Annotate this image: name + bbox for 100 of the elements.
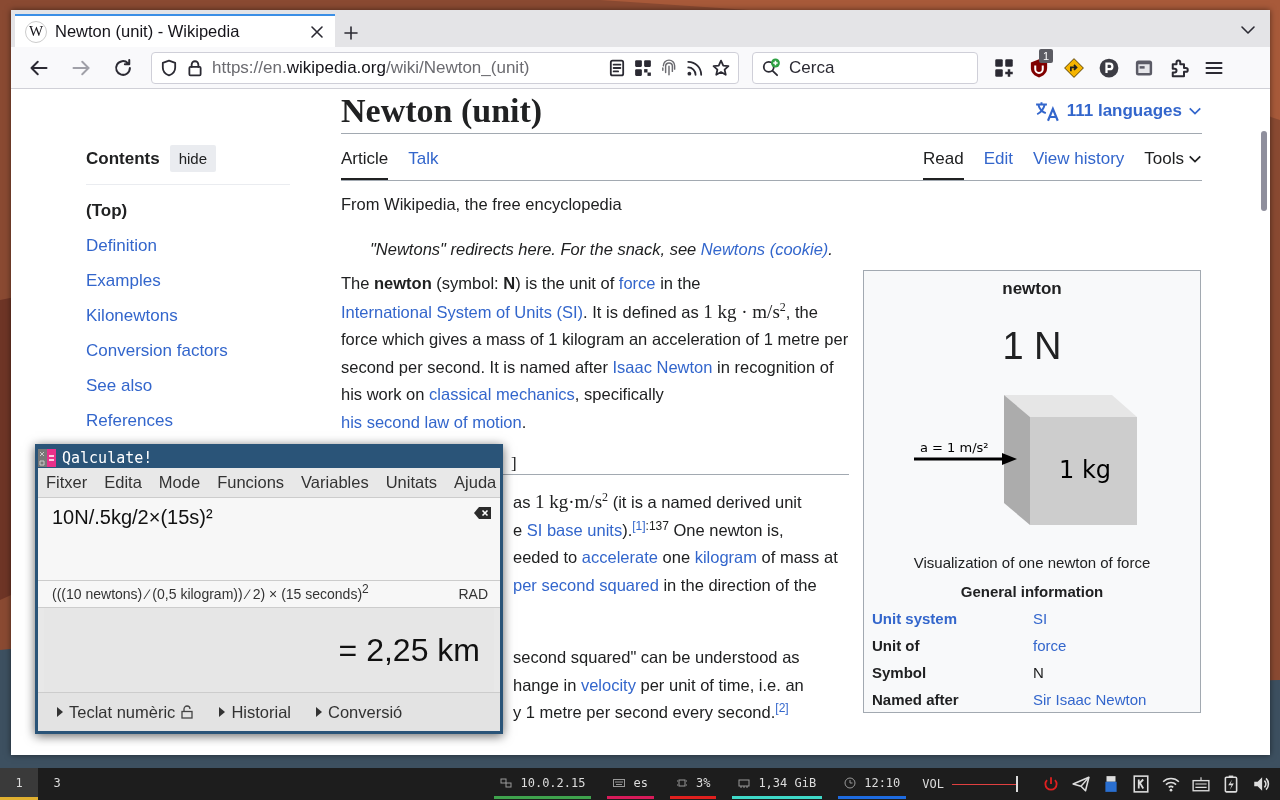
grid-icon[interactable] — [634, 58, 652, 77]
rss-icon[interactable] — [686, 58, 704, 77]
new-tab-icon[interactable] — [343, 25, 359, 41]
keyboard-icon[interactable] — [1192, 775, 1210, 793]
speaker-icon[interactable] — [1252, 775, 1270, 793]
status-text: 3% — [695, 775, 711, 790]
reference-link[interactable]: [1] — [632, 518, 646, 532]
close-icon[interactable] — [309, 23, 325, 40]
grid-plus-icon[interactable] — [994, 57, 1014, 78]
link[interactable]: Isaac Newton — [612, 357, 713, 376]
address-bar[interactable]: https://en.wikipedia.org/wiki/Newton_(unit) — [151, 51, 739, 84]
image-caption: Visualization of one newton of force — [913, 554, 1151, 571]
hatnote: "Newtons" redirects here. For the snack, see Newtons (cookie). — [370, 240, 834, 259]
fingerprint-icon[interactable] — [660, 58, 678, 77]
star-icon[interactable] — [712, 58, 730, 77]
send-icon[interactable] — [1072, 775, 1090, 793]
contents-item[interactable]: Kilonewtons — [86, 304, 290, 327]
menu-item[interactable]: Funcions — [217, 473, 285, 492]
status-text: es — [633, 775, 648, 790]
scrollbar-thumb[interactable] — [1261, 131, 1267, 211]
expander-toggle[interactable]: Historial — [218, 702, 291, 722]
diagram-label: 1 kg — [1059, 456, 1112, 484]
menu-item[interactable]: Fitxer — [46, 473, 88, 492]
link[interactable]: International System of Units (SI) — [341, 302, 584, 321]
link[interactable]: accelerate — [581, 548, 658, 566]
text-line: e SI base units).$^{[1]}$$^{:137}$ One newton is, — [513, 517, 785, 541]
power-icon[interactable] — [1042, 775, 1060, 793]
contents-item[interactable]: Conversion factors — [86, 339, 290, 362]
usb-drive-icon[interactable] — [1102, 775, 1120, 793]
page-tab[interactable]: Edit — [983, 149, 1013, 180]
wifi-icon[interactable] — [1162, 775, 1180, 793]
page-tab[interactable]: Talk — [408, 149, 439, 180]
menu-item[interactable]: Unitats — [385, 473, 438, 492]
page-tab[interactable]: Read — [923, 149, 964, 180]
tools-menu[interactable]: Tools — [1144, 149, 1202, 180]
link[interactable]: velocity — [580, 675, 636, 694]
notification-badge: 1 — [1039, 48, 1054, 63]
menu-item[interactable]: Edita — [104, 473, 142, 492]
shield-icon[interactable] — [160, 58, 178, 77]
puzzle-icon[interactable] — [1169, 57, 1189, 78]
menu-item[interactable]: Ajuda — [454, 473, 497, 492]
link[interactable]: kilogram — [694, 548, 757, 566]
infobox-title: newton — [1002, 279, 1062, 299]
translate-icon — [1034, 100, 1061, 122]
clock-icon — [844, 776, 857, 789]
expander-toggle[interactable]: Teclat numèric — [56, 702, 195, 722]
lock-icon[interactable] — [186, 58, 204, 77]
contents-heading: Contents — [86, 148, 160, 169]
paragraph: The newton (symbol: N) is the unit of force in the International System of Units (SI). It is defined as 1 kg · m/s$^{2}$, the force which gives a mass of 1 kilogram an acceleration of 1 metre per second per second. It is named after Isaac Newton in recognition of his work on classical mechanics, specifically his second law of motion. — [341, 273, 849, 433]
workspace-button[interactable]: 3 — [38, 768, 76, 800]
k-box-icon[interactable] — [1132, 775, 1150, 793]
chip-icon — [675, 776, 688, 789]
contents-item[interactable]: Examples — [86, 269, 290, 292]
search-field[interactable]: Cerca — [752, 51, 978, 84]
battery-icon[interactable] — [1222, 775, 1240, 793]
clear-icon[interactable] — [474, 506, 492, 520]
link[interactable]: Unit system — [872, 610, 1033, 627]
link[interactable]: force — [618, 274, 656, 292]
contents-item[interactable]: References — [86, 409, 290, 432]
link[interactable]: Newtons (cookie) — [700, 240, 829, 258]
link[interactable]: SI — [1033, 610, 1192, 627]
contents-item[interactable]: Definition — [86, 234, 290, 257]
diagram-label: a = 1 m/s² — [920, 440, 989, 455]
hide-button[interactable]: hide — [169, 145, 217, 172]
expander-toggle[interactable]: Conversió — [315, 702, 403, 722]
p-circle-icon[interactable] — [1099, 57, 1119, 78]
expression-field[interactable]: 10N/.5kg/2×(15s)² — [38, 498, 500, 580]
status-text: 1,34 GiB — [758, 775, 817, 790]
reader-view-icon[interactable] — [608, 58, 626, 77]
workspace-button[interactable]: 1 — [0, 768, 38, 800]
menu-item[interactable]: Variables — [301, 473, 369, 492]
window-title: Qalculate! — [62, 448, 153, 467]
text-line: as 1 kg·m/s$^{2}$ (it is a named derived unit — [513, 488, 803, 514]
languages-button[interactable]: 111 languages — [1034, 100, 1202, 122]
page-tab[interactable]: Article — [341, 149, 389, 180]
sign-icon[interactable] — [1064, 57, 1084, 78]
keyboard-icon — [613, 776, 626, 789]
link[interactable]: his second law of motion — [341, 412, 522, 431]
tab-title: Newton (unit) - Wikipedia — [55, 22, 241, 41]
contents-item[interactable]: (Top) — [86, 199, 290, 222]
link[interactable]: classical mechanics — [429, 385, 575, 403]
link[interactable]: per second squared — [513, 575, 659, 594]
field-label: Symbol — [872, 664, 928, 681]
status-text: 10.0.2.15 — [520, 775, 586, 790]
contents-item[interactable]: See also — [86, 374, 290, 397]
reload-icon[interactable] — [113, 57, 133, 78]
field-value: N — [1033, 664, 1045, 681]
volume-label: VOL — [922, 777, 944, 791]
page-tab[interactable]: View history — [1032, 149, 1125, 180]
browser-tab[interactable]: W Newton (unit) - Wikipedia — [15, 14, 335, 47]
angle-mode: RAD — [458, 586, 488, 602]
reference-link[interactable]: [2] — [775, 700, 789, 715]
link[interactable]: Sir Isaac Newton — [1033, 691, 1192, 708]
menu-item[interactable]: Mode — [158, 473, 201, 492]
tagline: From Wikipedia, the free encyclopedia — [341, 195, 623, 214]
link[interactable]: SI base units — [526, 520, 623, 539]
text-line: y 1 metre per second every second.$^{[2]}$ — [513, 699, 790, 723]
link[interactable]: force — [1033, 637, 1192, 654]
site-favicon: W — [25, 20, 47, 43]
volume-slider[interactable] — [952, 776, 1018, 792]
